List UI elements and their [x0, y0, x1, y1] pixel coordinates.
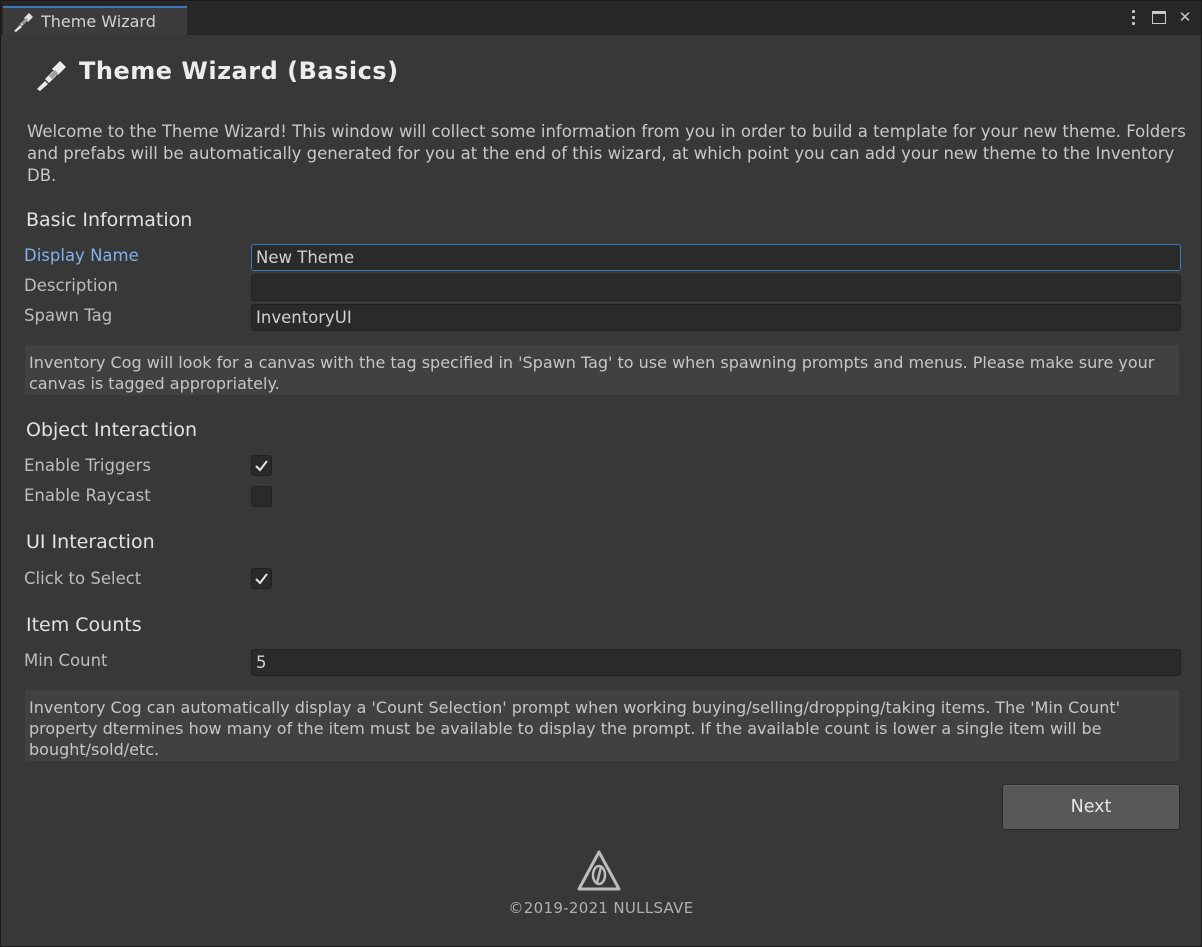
- enable-triggers-label: Enable Triggers: [24, 456, 151, 475]
- display-name-input[interactable]: New Theme: [251, 244, 1181, 271]
- min-count-help-box: Inventory Cog can automatically display …: [25, 690, 1179, 761]
- maximize-icon: [1152, 10, 1166, 24]
- copyright-text: ©2019-2021 NULLSAVE: [508, 899, 694, 917]
- checkmark-icon: [255, 460, 268, 472]
- description-label: Description: [24, 276, 118, 295]
- enable-triggers-checkbox[interactable]: [251, 455, 272, 476]
- maximize-button[interactable]: [1151, 9, 1167, 25]
- section-object-interaction: Object Interaction: [26, 419, 197, 441]
- min-count-input[interactable]: 5: [251, 649, 1181, 676]
- spawn-tag-label: Spawn Tag: [24, 306, 113, 325]
- window-controls: ✕: [1125, 9, 1193, 25]
- nullsave-logo: [577, 850, 621, 891]
- kebab-menu-icon[interactable]: [1125, 9, 1141, 25]
- page-title: Theme Wizard (Basics): [79, 57, 399, 85]
- theme-wizard-window: Theme Wizard ✕ Theme Wizard (Basics) Wel…: [0, 0, 1202, 947]
- page-header: Theme Wizard (Basics): [33, 49, 399, 93]
- enable-raycast-label: Enable Raycast: [24, 486, 151, 505]
- spawn-tag-help-box: Inventory Cog will look for a canvas wit…: [25, 345, 1179, 395]
- spawn-tag-input[interactable]: InventoryUI: [251, 304, 1181, 331]
- display-name-label: Display Name: [24, 246, 139, 265]
- min-count-label: Min Count: [24, 651, 108, 670]
- section-ui-interaction: UI Interaction: [26, 531, 155, 553]
- next-button[interactable]: Next: [1002, 784, 1180, 830]
- intro-text: Welcome to the Theme Wizard! This window…: [27, 122, 1186, 185]
- click-to-select-label: Click to Select: [24, 569, 142, 588]
- section-item-counts: Item Counts: [26, 614, 142, 636]
- close-icon[interactable]: ✕: [1177, 9, 1193, 25]
- click-to-select-checkbox[interactable]: [251, 568, 272, 589]
- tab-theme-wizard[interactable]: Theme Wizard: [3, 6, 187, 35]
- description-input[interactable]: [251, 274, 1181, 301]
- paintbrush-icon: [37, 61, 66, 91]
- enable-raycast-checkbox[interactable]: [251, 486, 272, 507]
- tab-strip: Theme Wizard ✕: [1, 1, 1201, 35]
- section-basic-information: Basic Information: [26, 209, 193, 231]
- paintbrush-icon: [14, 12, 33, 32]
- checkmark-icon: [255, 573, 268, 585]
- tab-title: Theme Wizard: [41, 12, 156, 31]
